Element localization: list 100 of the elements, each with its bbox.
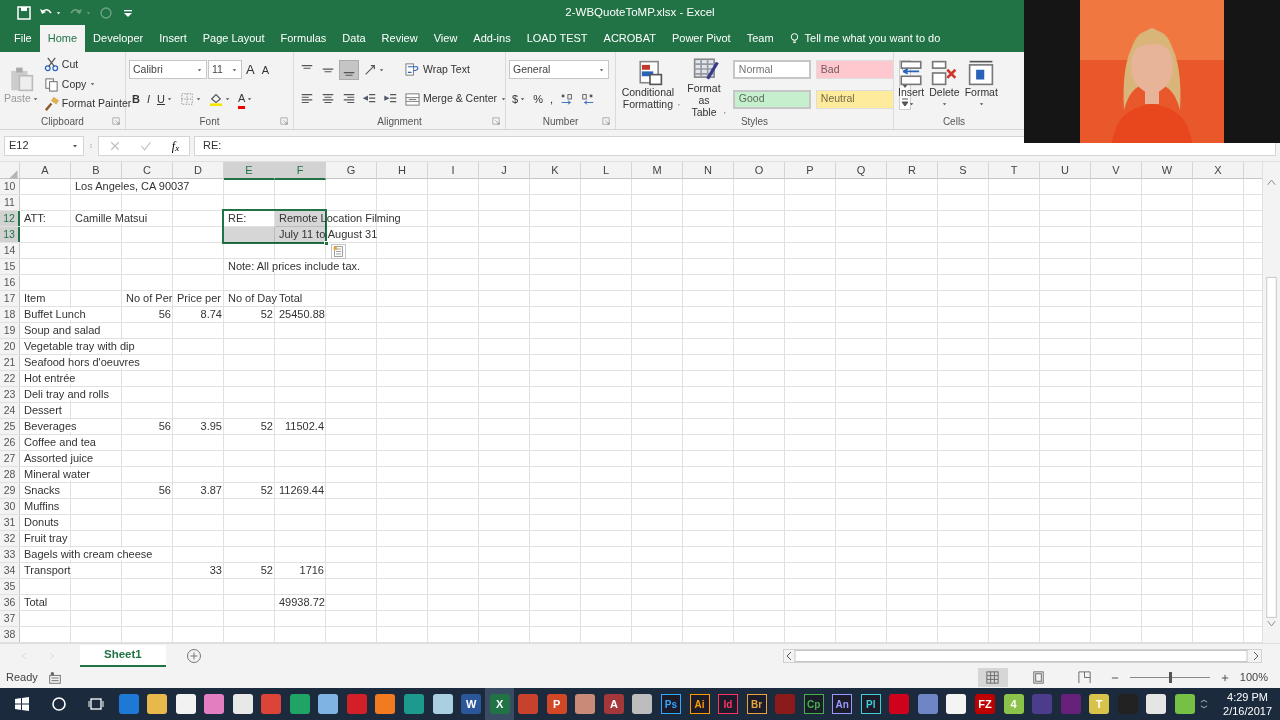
column-header[interactable]: T xyxy=(989,162,1040,180)
format-painter-button[interactable]: Format Painter xyxy=(42,95,133,113)
app-icon[interactable] xyxy=(1146,694,1167,714)
ribbon-tab[interactable]: LOAD TEST xyxy=(518,25,596,52)
paint-bucket-icon[interactable] xyxy=(208,92,223,107)
ribbon-tab[interactable]: Page Layout xyxy=(194,25,273,52)
app-icon[interactable]: A xyxy=(603,694,624,714)
add-sheet-icon[interactable] xyxy=(185,647,202,664)
taskbar-button[interactable]: A xyxy=(599,688,629,720)
row-header[interactable]: 12 xyxy=(0,211,20,226)
dropdown-field[interactable]: Calibri xyxy=(129,60,207,80)
row-header[interactable]: 22 xyxy=(0,371,20,386)
app-icon[interactable] xyxy=(147,694,168,714)
cut-button[interactable]: Cut xyxy=(42,55,80,74)
column-header[interactable]: G xyxy=(326,162,377,180)
column-header[interactable]: N xyxy=(683,162,734,180)
app-icon[interactable] xyxy=(432,694,453,714)
underline-button[interactable]: U xyxy=(154,89,176,110)
app-icon[interactable]: Br xyxy=(746,694,767,714)
currency-button[interactable]: $ xyxy=(509,89,530,109)
comma-button[interactable]: , xyxy=(546,89,556,109)
wrap-text-button[interactable]: Wrap Text xyxy=(404,60,471,79)
ribbon-tab[interactable]: Formulas xyxy=(272,25,335,52)
cell-style-button[interactable]: Neutral xyxy=(815,89,894,109)
taskbar-button[interactable]: W xyxy=(456,688,486,720)
ribbon-tab[interactable]: Review xyxy=(373,25,426,52)
paintbrush-icon[interactable] xyxy=(43,96,59,112)
merge-center-button[interactable]: Merge & Center xyxy=(404,90,509,109)
column-header[interactable]: S xyxy=(938,162,989,180)
row-header[interactable]: 25 xyxy=(0,419,20,434)
task-view-icon[interactable] xyxy=(87,696,104,712)
column-header[interactable]: X xyxy=(1193,162,1244,180)
app-icon[interactable]: X xyxy=(489,694,510,714)
dropdown-field[interactable]: General xyxy=(509,60,609,79)
wrap-text-icon[interactable] xyxy=(405,62,420,78)
copy-icon[interactable] xyxy=(43,77,59,92)
row-header[interactable]: 10 xyxy=(0,179,20,194)
app-icon[interactable]: An xyxy=(832,694,853,714)
copy-button[interactable]: Copy xyxy=(42,75,98,94)
column-header[interactable]: M xyxy=(632,162,683,180)
row-header[interactable]: 33 xyxy=(0,547,20,562)
table-brush-icon[interactable] xyxy=(693,56,720,82)
merge-cells-icon[interactable] xyxy=(405,91,420,107)
taskbar-button[interactable]: P xyxy=(542,688,572,720)
column-header[interactable]: P xyxy=(785,162,836,180)
taskbar-button[interactable]: Ai xyxy=(685,688,714,720)
app-icon[interactable] xyxy=(318,694,339,714)
ribbon-tab[interactable]: Add-ins xyxy=(465,25,519,52)
ribbon-tab[interactable]: File xyxy=(6,25,40,52)
row-header[interactable]: 36 xyxy=(0,595,20,610)
formula-field[interactable]: RE: xyxy=(194,135,1276,156)
taskbar-button[interactable]: X xyxy=(485,688,514,720)
app-icon[interactable]: W xyxy=(461,694,482,714)
percent-button[interactable]: % xyxy=(530,89,546,109)
row-header[interactable]: 26 xyxy=(0,435,20,450)
column-header[interactable]: O xyxy=(734,162,785,180)
taskbar-button[interactable]: Cp xyxy=(799,688,828,720)
row-header[interactable]: 23 xyxy=(0,387,20,402)
app-icon[interactable] xyxy=(375,694,396,714)
sheet-tab[interactable]: Sheet1 xyxy=(80,644,166,667)
windows-icon[interactable] xyxy=(14,696,31,712)
ribbon-tab[interactable]: Home xyxy=(39,25,86,52)
taskbar-button[interactable]: Id xyxy=(713,688,743,720)
macro-icon[interactable] xyxy=(47,670,62,685)
taskbar-button[interactable]: Ps xyxy=(656,688,686,720)
row-header[interactable]: 37 xyxy=(0,611,20,626)
column-header[interactable]: L xyxy=(581,162,632,180)
column-header[interactable]: H xyxy=(377,162,428,180)
app-icon[interactable] xyxy=(232,694,253,714)
column-header[interactable]: Q xyxy=(836,162,887,180)
app-icon[interactable]: Cp xyxy=(803,694,824,714)
normal-view-icon[interactable] xyxy=(985,670,1001,685)
format-cells-button[interactable]: Format xyxy=(963,59,999,110)
insert-cells-icon[interactable] xyxy=(898,60,925,86)
app-icon[interactable]: Ps xyxy=(660,694,681,714)
italic-button[interactable]: I xyxy=(143,89,153,110)
row-header[interactable]: 20 xyxy=(0,339,20,354)
row-header[interactable]: 11 xyxy=(0,195,20,210)
ribbon-tab[interactable]: View xyxy=(425,25,466,52)
column-header[interactable]: F xyxy=(275,162,326,180)
column-header[interactable]: J xyxy=(479,162,530,180)
zoom-in-icon[interactable] xyxy=(1219,672,1230,683)
taskbar-button[interactable]: Pl xyxy=(856,688,886,720)
row-header[interactable]: 17 xyxy=(0,291,20,306)
page-layout-view-icon[interactable] xyxy=(1031,670,1047,685)
format-cells-icon[interactable] xyxy=(968,60,995,86)
format-table-button[interactable]: Format as Table xyxy=(684,55,728,119)
app-icon[interactable]: Pl xyxy=(860,694,881,714)
column-header[interactable]: A xyxy=(20,162,71,180)
row-header[interactable]: 34 xyxy=(0,563,20,578)
normal-view-button[interactable] xyxy=(977,668,1008,687)
row-header[interactable]: 32 xyxy=(0,531,20,546)
row-header[interactable]: 15 xyxy=(0,259,20,274)
column-header[interactable]: V xyxy=(1091,162,1142,180)
row-header[interactable]: 28 xyxy=(0,467,20,482)
app-icon[interactable] xyxy=(175,694,196,714)
taskbar-button[interactable]: FZ xyxy=(970,688,1000,720)
page-break-view-icon[interactable] xyxy=(1077,670,1093,685)
quick-analysis-icon[interactable] xyxy=(331,244,346,259)
app-icon[interactable]: FZ xyxy=(974,694,995,714)
